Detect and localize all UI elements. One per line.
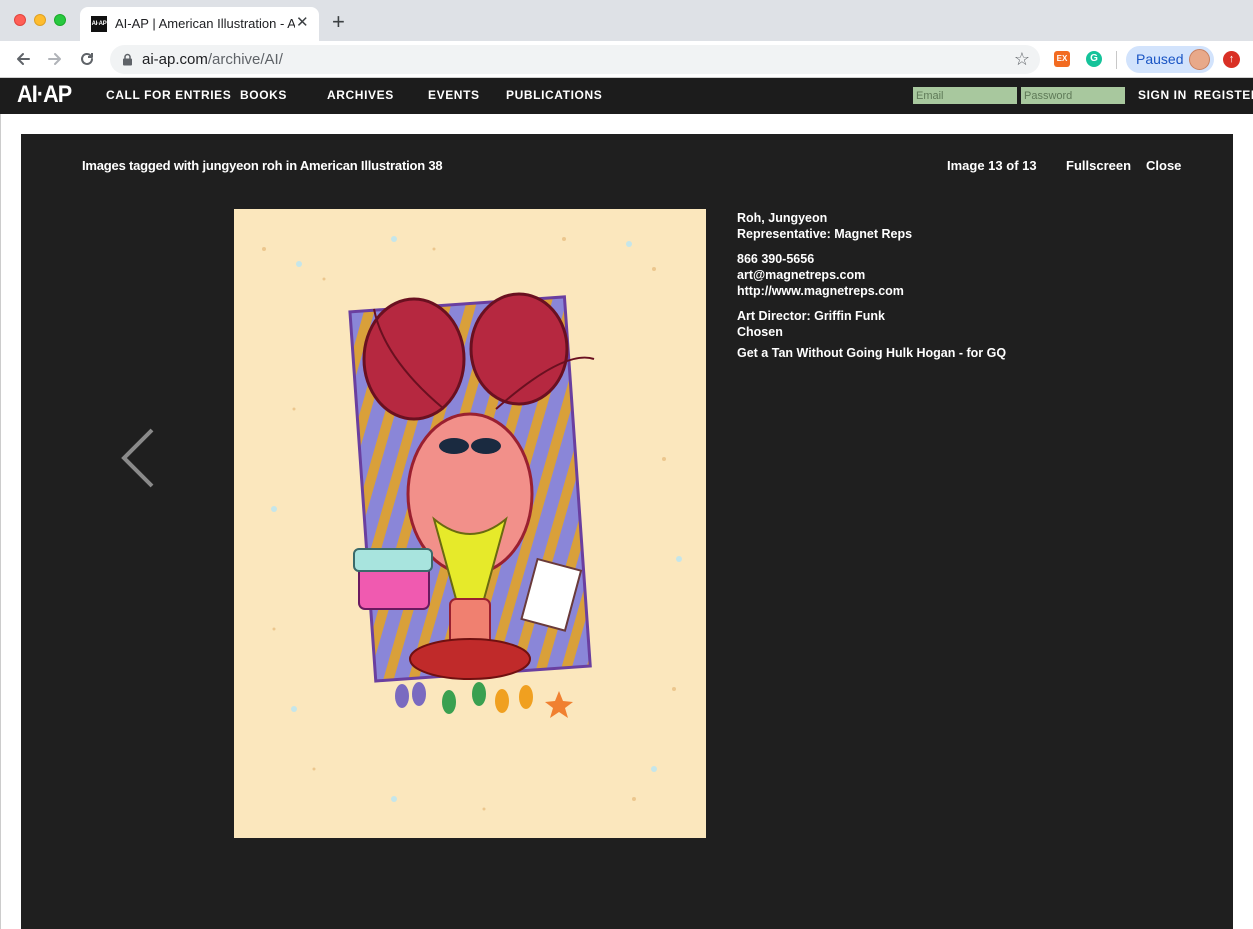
minimize-window-button[interactable] xyxy=(34,14,46,26)
toolbar-divider xyxy=(1116,51,1117,69)
favicon-icon: AI·AP xyxy=(91,16,107,32)
site-navigation: AI·AP CALL FOR ENTRIES BOOKS ARCHIVES EV… xyxy=(0,78,1253,114)
maximize-window-button[interactable] xyxy=(54,14,66,26)
forward-arrow-icon[interactable] xyxy=(44,48,66,70)
image-counter: Image 13 of 13 xyxy=(947,158,1037,173)
browser-tab[interactable]: AI·AP AI-AP | American Illustration - A … xyxy=(80,7,319,41)
extension-ex-icon[interactable]: EX xyxy=(1054,51,1070,67)
image-details: Roh, Jungyeon Representative: Magnet Rep… xyxy=(737,210,1006,361)
url-text[interactable]: ai-ap.com/archive/AI/ xyxy=(142,51,283,68)
nav-events[interactable]: EVENTS xyxy=(428,88,480,102)
back-arrow-icon[interactable] xyxy=(12,48,34,70)
site-logo[interactable]: AI·AP xyxy=(17,81,72,109)
tab-title: AI-AP | American Illustration - A xyxy=(115,16,295,31)
page-edge-divider xyxy=(0,114,1,929)
website-link[interactable]: http://www.magnetreps.com xyxy=(737,283,1006,299)
email-link[interactable]: art@magnetreps.com xyxy=(737,267,1006,283)
client-name: Chosen xyxy=(737,325,783,339)
nav-archives[interactable]: ARCHIVES xyxy=(327,88,394,102)
new-tab-icon[interactable]: + xyxy=(332,11,345,33)
reload-icon[interactable] xyxy=(76,48,98,70)
email-field[interactable] xyxy=(913,87,1017,104)
artist-name[interactable]: Roh, Jungyeon xyxy=(737,210,1006,226)
avatar xyxy=(1189,49,1210,70)
password-field[interactable] xyxy=(1021,87,1125,104)
browser-tab-bar: AI·AP AI-AP | American Illustration - A … xyxy=(0,0,1253,41)
profile-status: Paused xyxy=(1136,51,1184,67)
update-icon[interactable]: ↑ xyxy=(1223,51,1240,68)
close-window-button[interactable] xyxy=(14,14,26,26)
lock-icon[interactable] xyxy=(122,53,133,71)
nav-books[interactable]: BOOKS xyxy=(240,88,287,102)
image-lightbox: Images tagged with jungyeon roh in Ameri… xyxy=(21,134,1233,929)
address-bar[interactable]: ai-ap.com/archive/AI/ ☆ xyxy=(110,45,1040,74)
artwork-title: Get a Tan Without Going Hulk Hogan - for… xyxy=(737,346,1007,360)
nav-call-for-entries[interactable]: CALL FOR ENTRIES xyxy=(106,88,231,102)
representative: Representative: Magnet Reps xyxy=(737,227,913,241)
profile-button[interactable]: Paused xyxy=(1126,46,1214,73)
lobster-illustration xyxy=(234,209,706,838)
phone-number: 866 390-5656 xyxy=(737,252,815,266)
lightbox-caption: Images tagged with jungyeon roh in Ameri… xyxy=(82,158,443,173)
previous-image-icon[interactable] xyxy=(119,426,159,490)
register-link[interactable]: REGISTER xyxy=(1194,88,1253,102)
sign-in-link[interactable]: SIGN IN xyxy=(1138,88,1187,102)
tab-close-icon[interactable]: ✕ xyxy=(296,14,309,32)
nav-publications[interactable]: PUBLICATIONS xyxy=(506,88,602,102)
fullscreen-button[interactable]: Fullscreen xyxy=(1066,158,1131,173)
grammarly-extension-icon[interactable]: G xyxy=(1086,51,1102,67)
close-button[interactable]: Close xyxy=(1146,158,1181,173)
browser-toolbar: ai-ap.com/archive/AI/ ☆ EX G Paused ↑ xyxy=(0,41,1253,78)
bookmark-star-icon[interactable]: ☆ xyxy=(1014,49,1030,69)
art-director: Art Director: Griffin Funk xyxy=(737,309,885,323)
